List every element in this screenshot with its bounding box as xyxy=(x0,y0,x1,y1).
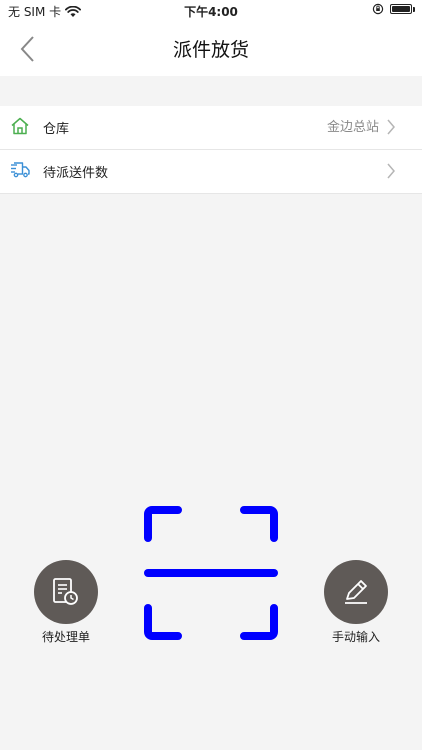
list-row-pending-count[interactable]: 待派送件数 xyxy=(0,150,422,194)
manual-input-label: 手动输入 xyxy=(331,630,380,644)
pending-orders-label: 待处理单 xyxy=(41,630,90,644)
page-title: 派件放货 xyxy=(172,39,249,61)
warehouse-value: 金边总站 xyxy=(326,120,379,135)
chevron-right-icon xyxy=(387,163,395,179)
status-right xyxy=(372,3,415,15)
battery-fill xyxy=(392,6,410,12)
warehouse-label: 仓库 xyxy=(43,122,70,137)
status-bar: 无 SIM 卡 下午4:00 xyxy=(0,0,422,22)
home-icon xyxy=(11,117,29,135)
pending-document-icon xyxy=(53,578,78,605)
list-row-warehouse[interactable]: 仓库 金边总站 xyxy=(0,106,422,150)
nav-bar: 派件放货 xyxy=(0,22,422,76)
settings-list: 仓库 金边总站 待派送件数 xyxy=(0,106,422,194)
pending-orders-button[interactable] xyxy=(34,560,98,624)
manual-input-button[interactable] xyxy=(324,560,388,624)
chevron-right-icon xyxy=(387,119,395,135)
pending-count-label: 待派送件数 xyxy=(43,166,109,181)
pencil-icon xyxy=(345,580,367,604)
delivery-truck-icon xyxy=(11,162,30,178)
status-time: 下午4:00 xyxy=(184,5,238,19)
battery-icon xyxy=(390,4,415,14)
scan-frame-icon[interactable] xyxy=(144,506,278,640)
orientation-lock-icon xyxy=(372,3,384,15)
